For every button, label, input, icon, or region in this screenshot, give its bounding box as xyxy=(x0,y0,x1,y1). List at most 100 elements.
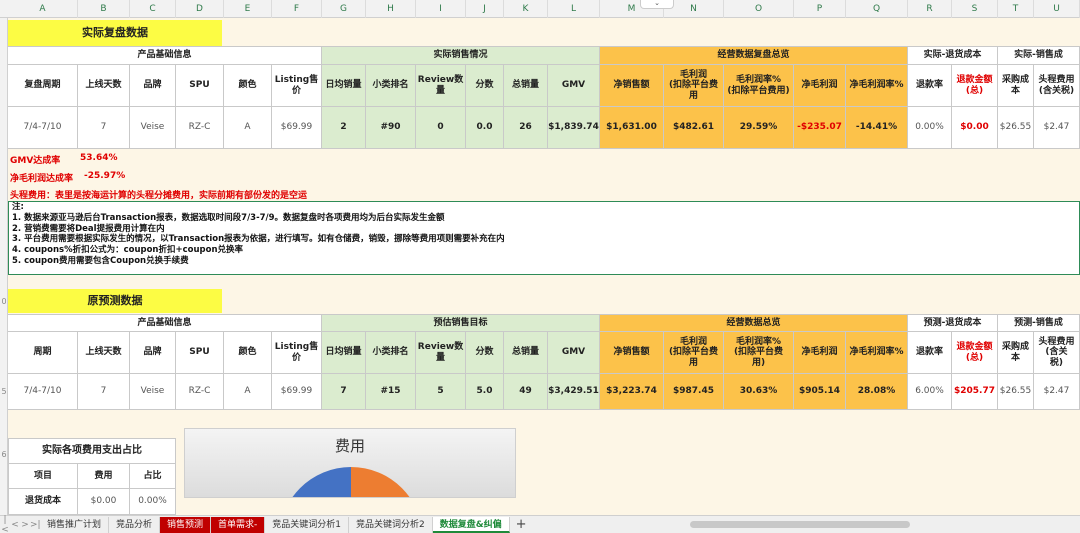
forecast-data-cell[interactable]: 7/4-7/10 xyxy=(8,374,78,410)
add-sheet-button[interactable]: + xyxy=(510,517,533,532)
forecast-group-ops[interactable]: 经营数据总览 xyxy=(600,314,908,332)
forecast-data-cell[interactable]: $987.45 xyxy=(664,374,724,410)
col-header-s[interactable]: S xyxy=(952,0,998,18)
actual-header-cell[interactable]: Listing售价 xyxy=(272,65,322,107)
actual-data-cell[interactable]: 0.00% xyxy=(908,107,952,149)
forecast-data-cell[interactable]: $905.14 xyxy=(794,374,846,410)
forecast-header-cell[interactable]: 净销售额 xyxy=(600,332,664,374)
col-header-g[interactable]: G xyxy=(322,0,366,18)
col-header-b[interactable]: B xyxy=(78,0,130,18)
actual-data-cell[interactable]: $69.99 xyxy=(272,107,322,149)
col-header-e[interactable]: E xyxy=(224,0,272,18)
forecast-data-cell[interactable]: $3,223.74 xyxy=(600,374,664,410)
forecast-header-cell[interactable]: 净毛利润率% xyxy=(846,332,908,374)
forecast-header-cell[interactable]: SPU xyxy=(176,332,224,374)
forecast-header-cell[interactable]: 小类排名 xyxy=(366,332,416,374)
col-header-t[interactable]: T xyxy=(998,0,1034,18)
forecast-section-title[interactable]: 原预测数据 xyxy=(8,289,222,313)
forecast-group-refund[interactable]: 预测-退货成本 xyxy=(908,314,998,332)
col-header-i[interactable]: I xyxy=(416,0,466,18)
actual-header-cell[interactable]: 退款金额 (总) xyxy=(952,65,998,107)
forecast-data-cell[interactable]: 5 xyxy=(416,374,466,410)
forecast-header-cell[interactable]: 颜色 xyxy=(224,332,272,374)
actual-data-cell[interactable]: Veise xyxy=(130,107,176,149)
actual-header-cell[interactable]: SPU xyxy=(176,65,224,107)
tab-competitor-analysis[interactable]: 竞品分析 xyxy=(109,516,161,533)
forecast-data-cell[interactable]: $69.99 xyxy=(272,374,322,410)
forecast-header-cell[interactable]: GMV xyxy=(548,332,600,374)
forecast-header-cell[interactable]: 退款率 xyxy=(908,332,952,374)
prev-sheet-icon[interactable]: < xyxy=(10,520,20,530)
forecast-header-cell[interactable]: Review数量 xyxy=(416,332,466,374)
forecast-data-cell[interactable]: 7 xyxy=(78,374,130,410)
forecast-group-sales[interactable]: 预估销售目标 xyxy=(322,314,600,332)
actual-header-cell[interactable]: 采购成本 xyxy=(998,65,1034,107)
expense-table-title[interactable]: 实际各项费用支出占比 xyxy=(8,438,176,464)
chevron-down-icon[interactable]: ⌄ xyxy=(640,0,674,9)
net-profit-rate-value[interactable]: -25.97% xyxy=(84,171,125,181)
forecast-group-sales-cost[interactable]: 预测-销售成 xyxy=(998,314,1080,332)
col-header-l[interactable]: L xyxy=(548,0,600,18)
tab-data-review[interactable]: 数据复盘&纠偏 xyxy=(432,516,510,533)
actual-group-sales[interactable]: 实际销售情况 xyxy=(322,46,600,65)
expense-data-cell[interactable]: 0.00% xyxy=(130,489,176,515)
col-header-r[interactable]: R xyxy=(908,0,952,18)
forecast-data-cell[interactable]: $2.47 xyxy=(1034,374,1080,410)
actual-data-cell[interactable]: 2 xyxy=(322,107,366,149)
col-header-q[interactable]: Q xyxy=(846,0,908,18)
last-sheet-icon[interactable]: >| xyxy=(30,520,41,530)
actual-header-cell[interactable]: 颜色 xyxy=(224,65,272,107)
actual-header-cell[interactable]: 净毛利润率% xyxy=(846,65,908,107)
actual-header-cell[interactable]: 日均销量 xyxy=(322,65,366,107)
actual-group-basic[interactable]: 产品基础信息 xyxy=(8,46,322,65)
expense-header-cell[interactable]: 项目 xyxy=(8,464,78,489)
actual-data-cell[interactable]: RZ-C xyxy=(176,107,224,149)
row-number[interactable]: 0 xyxy=(0,297,8,307)
col-header-k[interactable]: K xyxy=(504,0,548,18)
expense-data-cell[interactable]: $0.00 xyxy=(78,489,130,515)
actual-header-cell[interactable]: 品牌 xyxy=(130,65,176,107)
forecast-data-cell[interactable]: $3,429.51 xyxy=(548,374,600,410)
forecast-data-cell[interactable]: #15 xyxy=(366,374,416,410)
tab-first-order-demand[interactable]: 首单需求- xyxy=(211,516,266,533)
actual-header-cell[interactable]: 小类排名 xyxy=(366,65,416,107)
forecast-header-cell[interactable]: 日均销量 xyxy=(322,332,366,374)
forecast-data-cell[interactable]: Veise xyxy=(130,374,176,410)
actual-data-cell[interactable]: $26.55 xyxy=(998,107,1034,149)
col-header-d[interactable]: D xyxy=(176,0,224,18)
actual-header-cell[interactable]: 净销售额 xyxy=(600,65,664,107)
row-number[interactable]: 6 xyxy=(0,450,8,460)
gmv-rate-value[interactable]: 53.64% xyxy=(80,153,118,163)
forecast-data-cell[interactable]: 5.0 xyxy=(466,374,504,410)
actual-data-cell[interactable]: 26 xyxy=(504,107,548,149)
forecast-header-cell[interactable]: 毛利润率% (扣除平台费 用) xyxy=(724,332,794,374)
forecast-header-cell[interactable]: 退款金额 (总) xyxy=(952,332,998,374)
row-number[interactable]: 5 xyxy=(0,387,8,397)
tab-competitor-keyword-1[interactable]: 竞品关键词分析1 xyxy=(265,516,350,533)
actual-data-cell[interactable]: $0.00 xyxy=(952,107,998,149)
forecast-header-cell[interactable]: 周期 xyxy=(8,332,78,374)
spreadsheet-grid[interactable]: 实际复盘数据 产品基础信息 实际销售情况 经营数据复盘总览 实际-退货成本 实际… xyxy=(8,18,1080,515)
net-profit-rate-label[interactable]: 净毛利润达成率 xyxy=(10,171,73,184)
notes-box[interactable]: 注: 1. 数据来源亚马逊后台Transaction报表，数据选取时间段7/3-… xyxy=(8,201,1080,275)
actual-data-cell[interactable]: $1,839.74 xyxy=(548,107,600,149)
forecast-header-cell[interactable]: 分数 xyxy=(466,332,504,374)
actual-group-refund[interactable]: 实际-退货成本 xyxy=(908,46,998,65)
col-header-p[interactable]: P xyxy=(794,0,846,18)
forecast-header-cell[interactable]: 毛利润 (扣除平台费 用 xyxy=(664,332,724,374)
actual-data-cell[interactable]: $1,631.00 xyxy=(600,107,664,149)
first-sheet-icon[interactable]: |< xyxy=(0,515,10,533)
forecast-header-cell[interactable]: 总销量 xyxy=(504,332,548,374)
forecast-data-cell[interactable]: 30.63% xyxy=(724,374,794,410)
actual-header-cell[interactable]: 分数 xyxy=(466,65,504,107)
actual-group-sales-cost[interactable]: 实际-销售成 xyxy=(998,46,1080,65)
horizontal-scrollbar[interactable] xyxy=(690,521,910,528)
freight-note[interactable]: 头程费用：表里是按海运计算的头程分摊费用，实际前期有部份发的是空运 xyxy=(10,188,307,201)
actual-header-cell[interactable]: 总销量 xyxy=(504,65,548,107)
expense-header-cell[interactable]: 占比 xyxy=(130,464,176,489)
tab-sales-forecast[interactable]: 销售预测 xyxy=(160,516,212,533)
forecast-data-cell[interactable]: $205.77 xyxy=(952,374,998,410)
actual-header-cell[interactable]: 退款率 xyxy=(908,65,952,107)
actual-header-cell[interactable]: Review数量 xyxy=(416,65,466,107)
next-sheet-icon[interactable]: > xyxy=(20,520,30,530)
